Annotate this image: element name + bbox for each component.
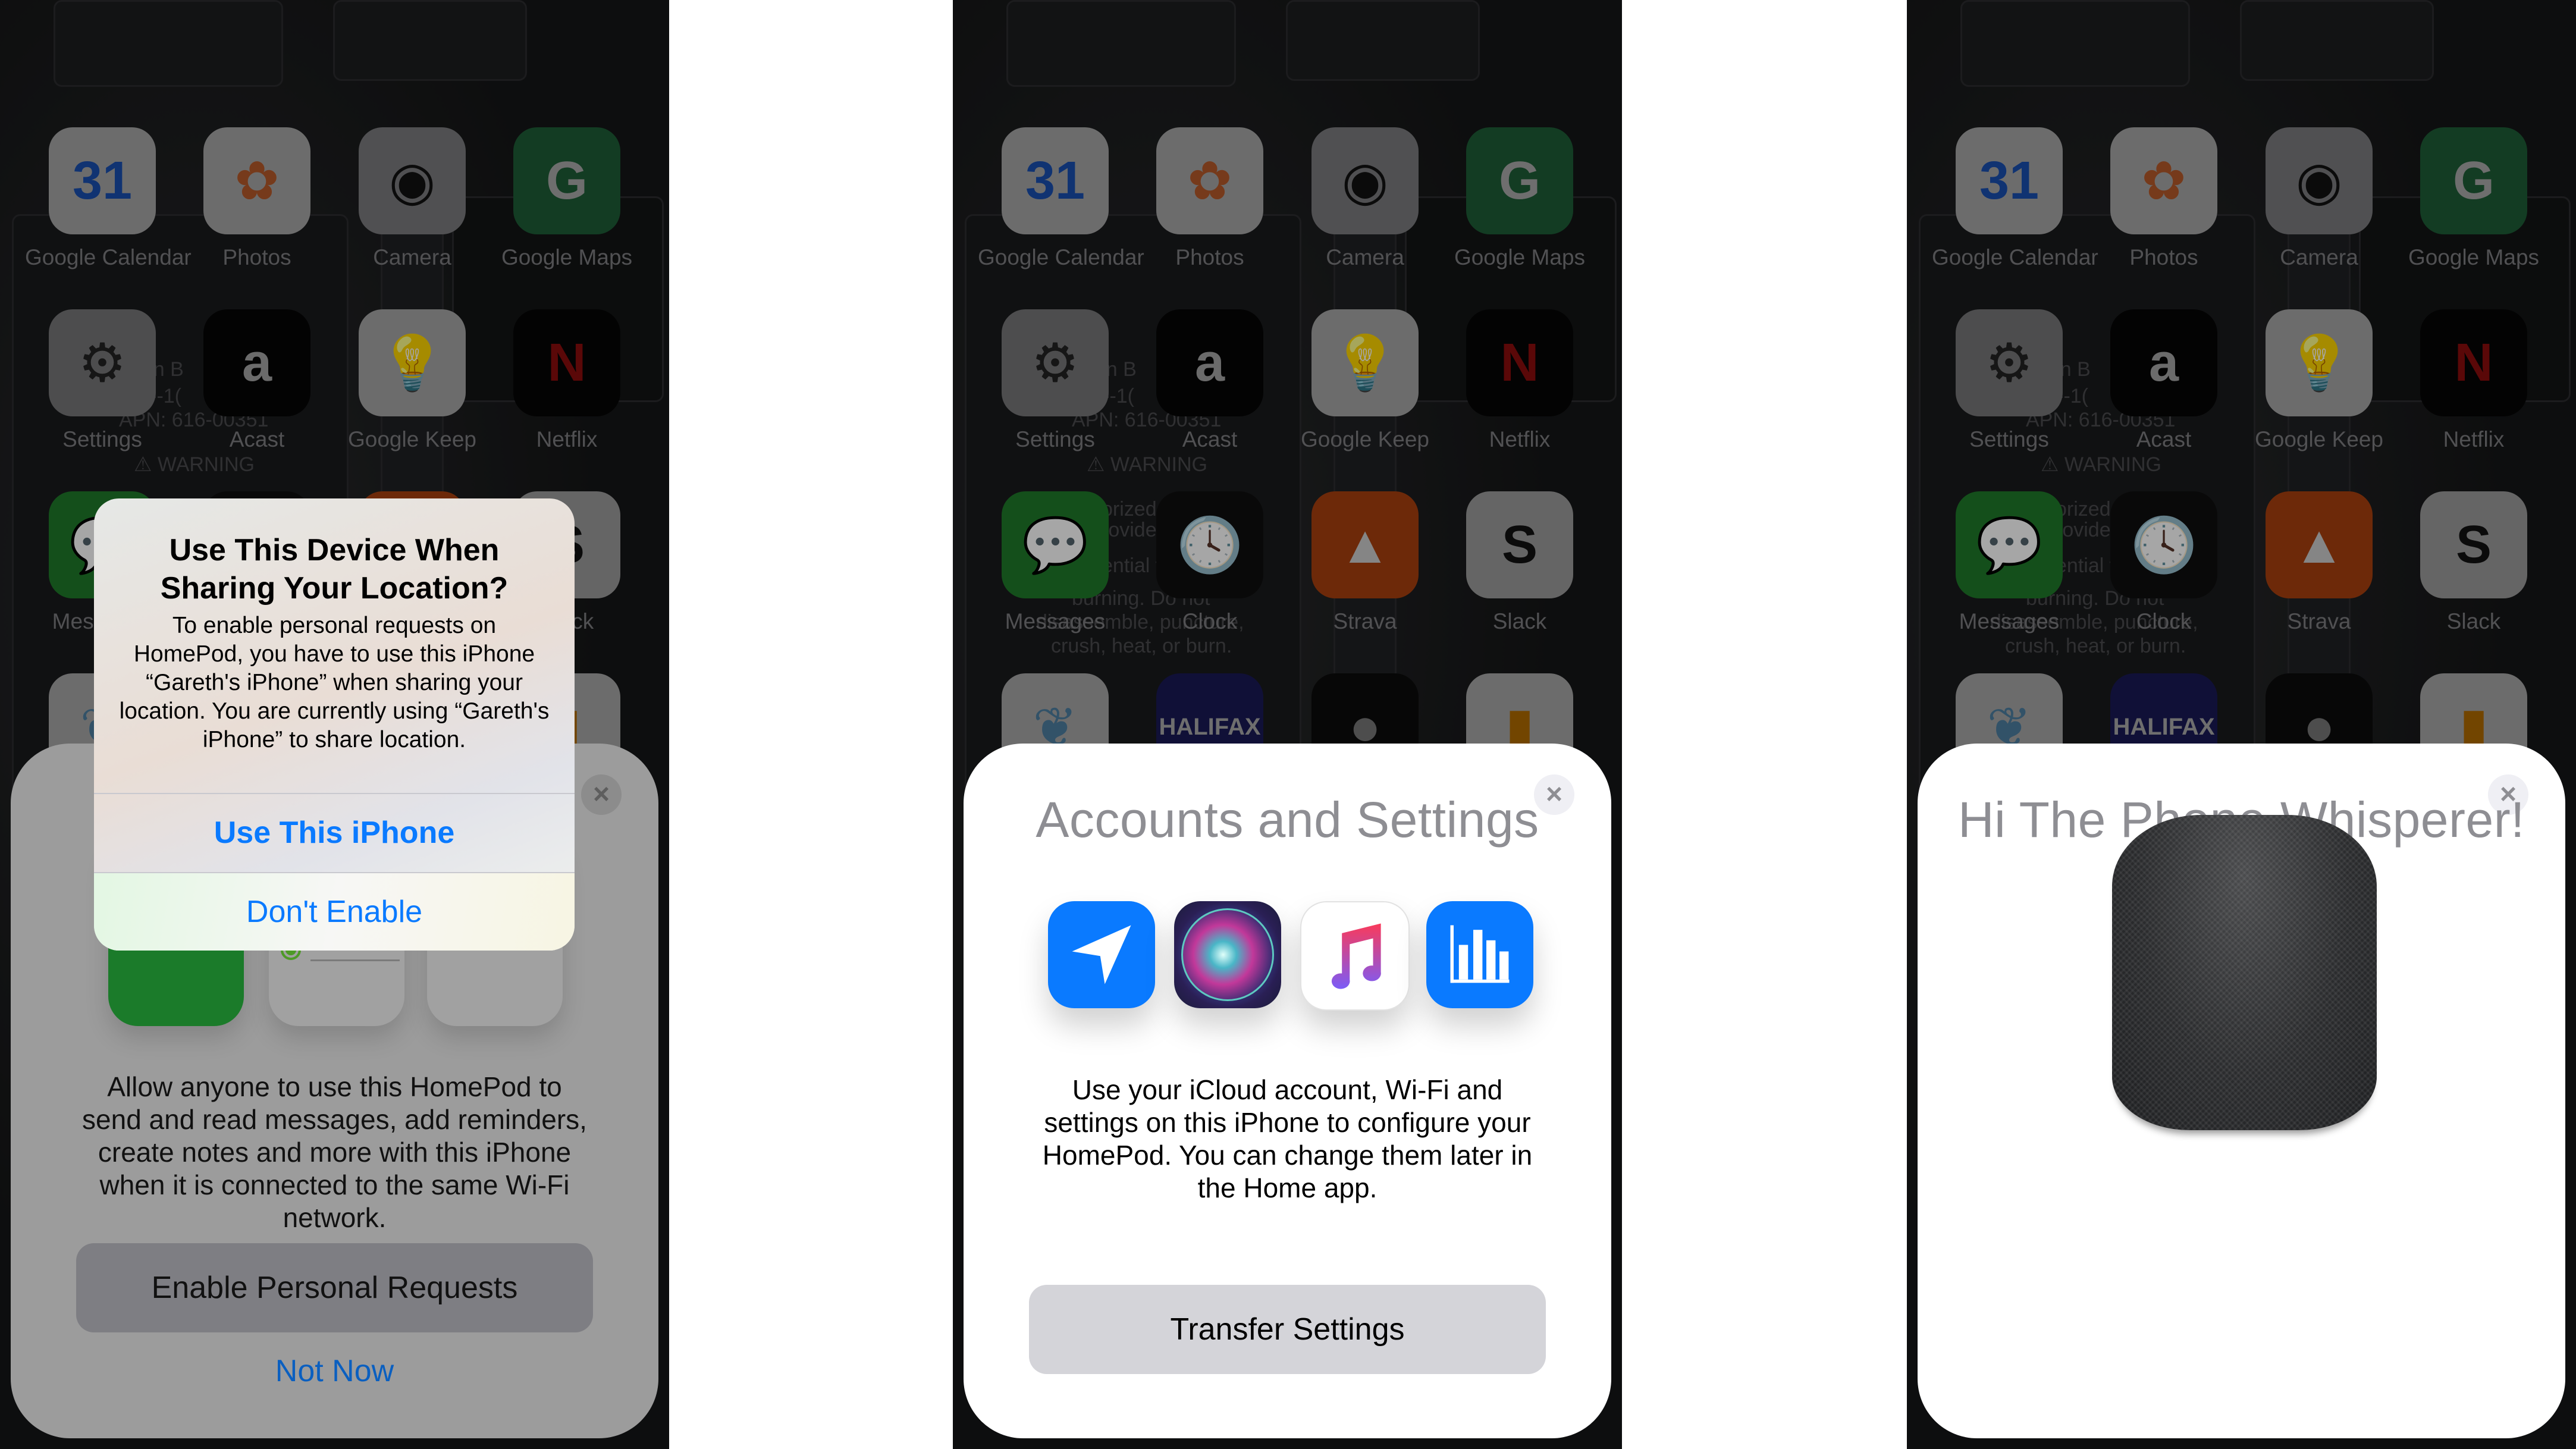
phone-screen-accounts-settings: -ion B V---1( APN: 616-00351 ⚠ WARNING o… bbox=[953, 0, 1622, 1449]
transfer-settings-button[interactable]: Transfer Settings bbox=[1029, 1285, 1546, 1374]
sheet-title: Accounts and Settings bbox=[1036, 792, 1539, 848]
bar-chart-icon bbox=[1426, 901, 1533, 1008]
sheet-description: Allow anyone to use this HomePod to send… bbox=[82, 1071, 587, 1233]
location-arrow-icon bbox=[1048, 901, 1155, 1008]
alert-message: To enable personal requests on HomePod, … bbox=[119, 613, 550, 752]
close-icon: × bbox=[592, 779, 610, 810]
not-now-button[interactable]: Not Now bbox=[11, 1353, 658, 1389]
sheet-description: Use your iCloud account, Wi-Fi and setti… bbox=[1042, 1074, 1533, 1203]
phone-screen-homepod-welcome: -ion B V---1( APN: 616-00351 ⚠ WARNING o… bbox=[1907, 0, 2576, 1449]
use-this-iphone-button[interactable]: Use This iPhone bbox=[94, 794, 575, 871]
apple-music-icon bbox=[1300, 901, 1410, 1011]
siri-icon bbox=[1174, 901, 1281, 1008]
close-button[interactable]: × bbox=[581, 774, 622, 815]
enable-personal-requests-button[interactable]: Enable Personal Requests bbox=[76, 1243, 593, 1332]
homepod-speaker-image bbox=[2112, 815, 2377, 1130]
dont-enable-button[interactable]: Don't Enable bbox=[94, 873, 575, 951]
alert-title: Use This Device When Sharing Your Locati… bbox=[160, 533, 509, 606]
phone-screen-personal-requests: -ion B V---1( APN: 616-00351 ⚠ WARNING 3… bbox=[0, 0, 669, 1449]
accounts-settings-sheet: × Accounts and Settings Use your iCloud … bbox=[964, 744, 1611, 1438]
location-alert-dialog: Use This Device When Sharing Your Locati… bbox=[94, 498, 575, 951]
